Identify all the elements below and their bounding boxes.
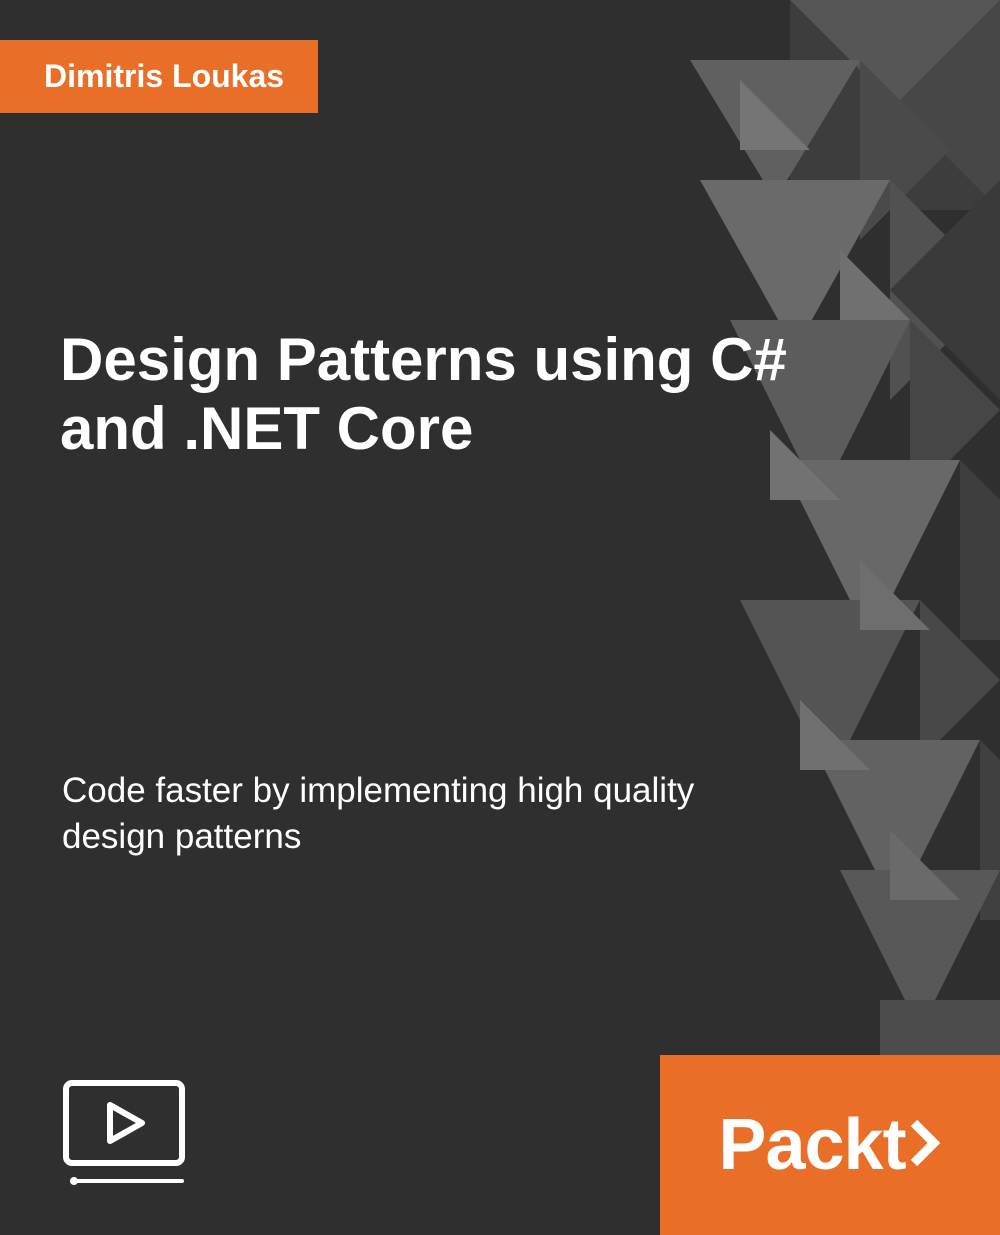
course-subtitle: Code faster by implementing high quality… xyxy=(62,768,790,859)
author-name: Dimitris Loukas xyxy=(44,58,284,94)
chevron-right-icon xyxy=(908,1104,942,1186)
author-tag: Dimitris Loukas xyxy=(0,40,318,113)
video-play-icon xyxy=(60,1079,188,1189)
publisher-name: Packt xyxy=(718,1104,905,1186)
course-title: Design Patterns using C# and .NET Core xyxy=(60,325,860,463)
publisher-logo: Packt xyxy=(718,1104,941,1186)
publisher-badge: Packt xyxy=(660,1055,1000,1235)
decorative-triangle-pattern xyxy=(580,0,1000,1235)
video-course-cover: Dimitris Loukas Design Patterns using C#… xyxy=(0,0,1000,1235)
